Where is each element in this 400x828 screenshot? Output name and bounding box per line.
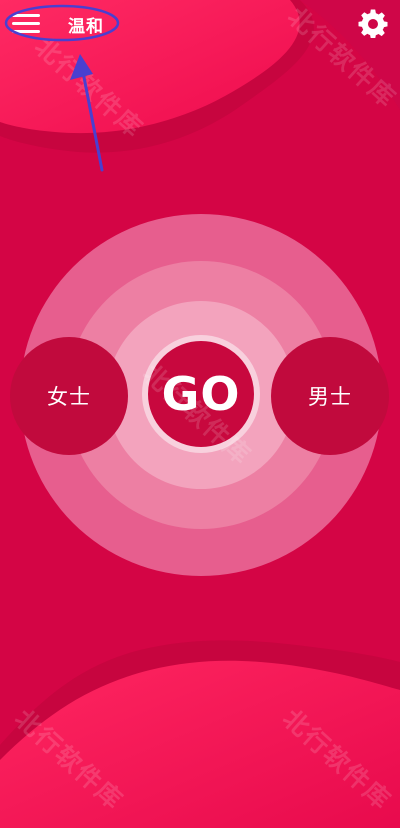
female-label: 女士 <box>47 385 91 409</box>
hamburger-menu-icon[interactable] <box>12 10 42 38</box>
male-label: 男士 <box>308 385 352 409</box>
male-button[interactable]: 男士 <box>271 337 389 455</box>
mode-title[interactable]: 温和 <box>68 12 104 37</box>
gear-icon[interactable] <box>358 8 388 38</box>
female-button[interactable]: 女士 <box>10 337 128 455</box>
top-bar: 温和 <box>0 0 400 50</box>
